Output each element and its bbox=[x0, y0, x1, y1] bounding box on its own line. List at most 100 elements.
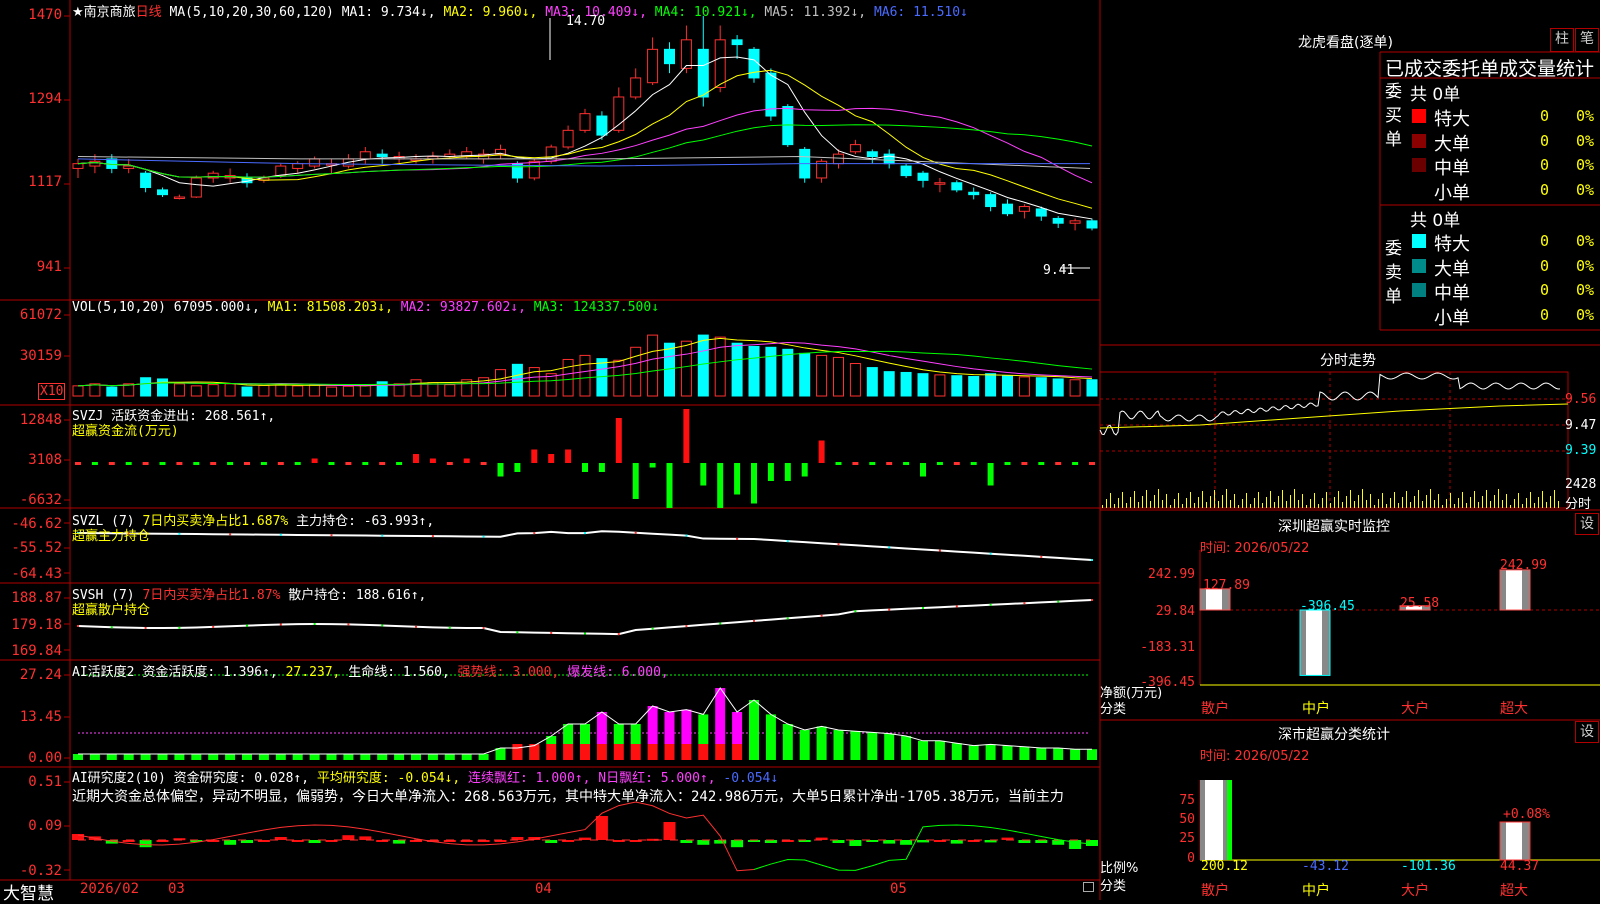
candle-body-27 bbox=[528, 160, 540, 179]
vol-bar-54 bbox=[985, 373, 997, 397]
intraday-vol-188 bbox=[1478, 502, 1479, 508]
vol-unit-badge[interactable]: X10 bbox=[38, 383, 66, 400]
candle-body-18 bbox=[376, 153, 388, 158]
candle-body-8 bbox=[207, 172, 219, 179]
stock-name[interactable]: 南京商旅 bbox=[84, 5, 136, 20]
svzj-bar-47 bbox=[869, 462, 876, 465]
intraday-vol-68 bbox=[1238, 505, 1239, 508]
sell-row-val-3: 0 bbox=[1540, 305, 1550, 324]
candle-body-7 bbox=[190, 177, 202, 198]
svzj-bar-51 bbox=[936, 462, 943, 465]
svzj-bar-11 bbox=[260, 462, 267, 465]
ai-active-base-29 bbox=[563, 744, 574, 760]
classify-val-4: 44.37 bbox=[1500, 859, 1540, 874]
ai-active-bar-7 bbox=[191, 754, 202, 760]
dragon-tabs[interactable]: 已成交委托单成交量统计 bbox=[1385, 54, 1594, 81]
ma2-value: MA2: 9.960↓, bbox=[443, 5, 538, 20]
vol-bar-2 bbox=[106, 386, 118, 397]
intraday-vol-216 bbox=[1534, 503, 1535, 508]
vol-bar-33 bbox=[630, 346, 642, 397]
ai-active-bar-44 bbox=[816, 726, 827, 760]
svzj-bar-0 bbox=[75, 462, 81, 465]
ai-research-bar-39 bbox=[731, 840, 744, 848]
candle-body-55 bbox=[1002, 203, 1013, 215]
tick-mode-button[interactable]: 笔 bbox=[1575, 28, 1599, 52]
intraday-vol-180 bbox=[1462, 492, 1463, 508]
candle-body-49 bbox=[900, 165, 912, 177]
intraday-vol-102 bbox=[1306, 505, 1307, 508]
intraday-price-1: 9.56 bbox=[1565, 392, 1597, 407]
ai-research-bar-4 bbox=[139, 840, 152, 848]
ai-active-base-35 bbox=[664, 744, 675, 760]
vol-bar-20 bbox=[410, 379, 422, 397]
ai-active-bar-41 bbox=[765, 714, 776, 760]
intraday-vol-206 bbox=[1514, 499, 1515, 508]
ai-active-bar-23 bbox=[461, 754, 472, 760]
candle-body-32 bbox=[613, 96, 625, 131]
ai-active-bar-20 bbox=[411, 754, 421, 760]
intraday-vol-136 bbox=[1374, 505, 1375, 508]
intraday-vol-58 bbox=[1218, 501, 1219, 508]
vol-axis-2: 30159 bbox=[19, 348, 62, 364]
monitor-settings-button[interactable]: 设 bbox=[1575, 513, 1599, 535]
ai-active-bar-50 bbox=[918, 740, 928, 760]
buy-swatch-2 bbox=[1412, 158, 1426, 172]
ai-active-base-28 bbox=[546, 744, 557, 760]
svsh-dot-58 bbox=[1057, 600, 1060, 603]
vol-bar-53 bbox=[968, 376, 980, 397]
svsh-dot-2 bbox=[110, 626, 113, 629]
svsh-dot-42 bbox=[786, 617, 789, 620]
main-axis-3: 1117 bbox=[28, 174, 62, 190]
candle-body-57 bbox=[1035, 208, 1047, 217]
vol-bar-17 bbox=[359, 384, 371, 397]
sell-row-name-3: 小单 bbox=[1434, 307, 1470, 329]
candle-body-5 bbox=[157, 189, 168, 196]
intraday-vol-162 bbox=[1426, 495, 1427, 508]
ai-active-bar-31 bbox=[596, 712, 607, 744]
svzj-bar-58 bbox=[1055, 462, 1062, 465]
svsh-dot-0 bbox=[77, 625, 79, 627]
svzl-line bbox=[77, 530, 1093, 561]
favorite-star-icon[interactable]: ★ bbox=[72, 5, 84, 20]
candle-body-54 bbox=[985, 194, 997, 208]
date-axis-3: 04 bbox=[535, 881, 552, 897]
vol-axis-1: 61072 bbox=[19, 307, 62, 323]
svsh-dot-54 bbox=[989, 603, 992, 606]
ai-active-base-33 bbox=[630, 744, 641, 760]
svzj-axis-3: -6632 bbox=[19, 492, 62, 508]
ai-active-bar-14 bbox=[309, 754, 320, 760]
intraday-vol-52 bbox=[1206, 502, 1207, 508]
intraday-vol-112 bbox=[1326, 492, 1327, 508]
vol-bar-15 bbox=[326, 386, 337, 397]
period-label[interactable]: 日线 bbox=[136, 5, 162, 20]
classify-bar-3-hl bbox=[1506, 822, 1522, 860]
candle-body-56 bbox=[1018, 206, 1030, 212]
svzl-dot-9 bbox=[229, 533, 232, 536]
bar-mode-button[interactable]: 柱 bbox=[1550, 28, 1574, 52]
classify-settings-button[interactable]: 设 bbox=[1575, 721, 1599, 743]
svzj-bar-55 bbox=[1004, 462, 1011, 465]
brand-logo[interactable]: 大智慧 bbox=[3, 879, 54, 904]
svzj-bar-26 bbox=[514, 463, 521, 472]
monitor-val-2: -396.45 bbox=[1300, 599, 1355, 614]
svsh-dot-36 bbox=[685, 625, 688, 628]
svsh-pct: 7日内买卖净占比1.87% bbox=[142, 588, 281, 603]
svzj-bar-44 bbox=[818, 440, 825, 463]
vol-bar-8 bbox=[207, 384, 219, 397]
intraday-vol-124 bbox=[1350, 490, 1351, 508]
ai-active-legend: AI活跃度2 资金活跃度: 1.396↑, 27.237, 生命线: 1.560… bbox=[72, 661, 669, 680]
ai-active-bar-58 bbox=[1053, 748, 1064, 760]
ai-research-bar-46 bbox=[849, 840, 862, 846]
ai-research-name: AI研究度2(10) bbox=[72, 771, 166, 786]
ai-active-bar-52 bbox=[951, 743, 962, 760]
lock-icon[interactable] bbox=[1083, 882, 1094, 892]
svzl-axis-2: -55.52 bbox=[11, 540, 62, 556]
vol-bar-26 bbox=[511, 363, 523, 397]
ai-research-bar-60 bbox=[1086, 840, 1098, 846]
svzj-bar-31 bbox=[598, 463, 605, 472]
high-price-annotation: 14.70 bbox=[566, 14, 606, 29]
svzj-subtitle: 超赢资金流(万元) bbox=[72, 424, 179, 439]
intraday-vol-220 bbox=[1542, 491, 1543, 508]
intraday-title: 分时走势 bbox=[1320, 353, 1376, 369]
vol-bar-12 bbox=[275, 383, 287, 397]
